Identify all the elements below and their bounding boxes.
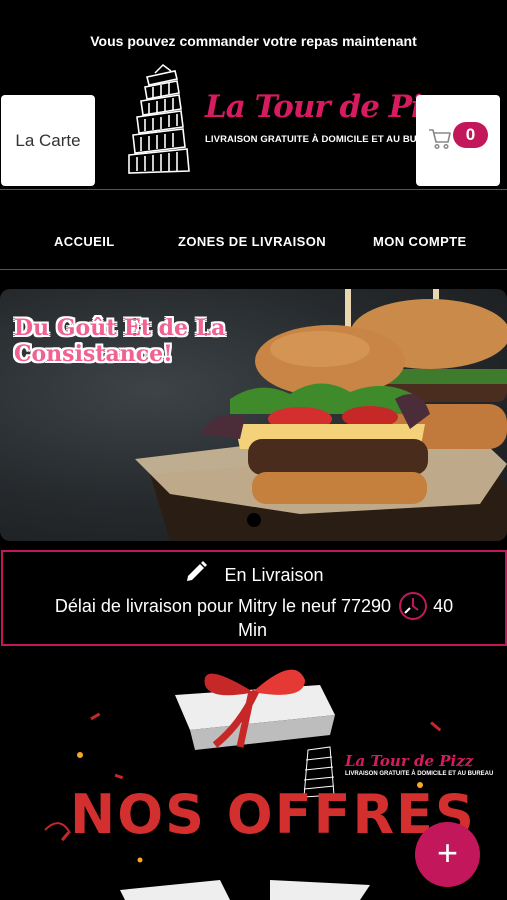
delivery-delay-value: 40 [433,596,454,616]
header-divider [0,189,507,190]
pencil-icon[interactable] [184,560,208,584]
nav-item-zones-de-livraison[interactable]: ZONES DE LIVRAISON [178,234,326,249]
brand-logo[interactable]: La Tour de Pizz LIVRAISON GRATUITE À DOM… [125,63,456,175]
tower-logo-icon [128,64,190,174]
hero-banner[interactable]: Du Goût Et de La Consistance! [0,289,507,541]
plus-icon: + [436,832,459,873]
cart-icon [429,129,451,150]
nav-item-accueil[interactable]: ACCUEIL [54,234,115,249]
logo-subtitle: LIVRAISON GRATUITE À DOMICILE ET AU BURE… [205,134,445,145]
main-nav: ACCUEIL ZONES DE LIVRAISON MON COMPTE [0,234,507,250]
delivery-delay-unit: Min [238,620,268,640]
cart-count-badge: 0 [453,122,488,148]
offers-logo-title: La Tour de Pizz [345,752,474,770]
hero-slogan: Du Goût Et de La Consistance! [14,315,225,367]
delivery-mode: En Livraison [224,565,324,585]
nav-item-mon-compte[interactable]: MON COMPTE [373,234,467,249]
top-banner: Vous pouvez commander votre repas mainte… [90,33,417,49]
clock-icon [399,592,428,620]
hero-slogan-line1: Du Goût Et de La [14,315,226,341]
offers-logo-subtitle: LIVRAISON GRATUITE À DOMICILE ET AU BURE… [345,771,494,777]
nav-divider [0,269,507,270]
carousel-indicator[interactable] [247,513,261,527]
add-button[interactable]: + [415,822,480,887]
la-carte-button[interactable]: La Carte [1,95,95,186]
offers-title: NOS OFFRES [70,783,476,846]
hero-slogan-line2: Consistance! [14,341,173,367]
delivery-info-box[interactable]: En Livraison Délai de livraison pour Mit… [1,550,507,646]
cart-button[interactable]: 0 [416,95,500,186]
delivery-delay-text: Délai de livraison pour Mitry le neuf 77… [54,596,392,616]
